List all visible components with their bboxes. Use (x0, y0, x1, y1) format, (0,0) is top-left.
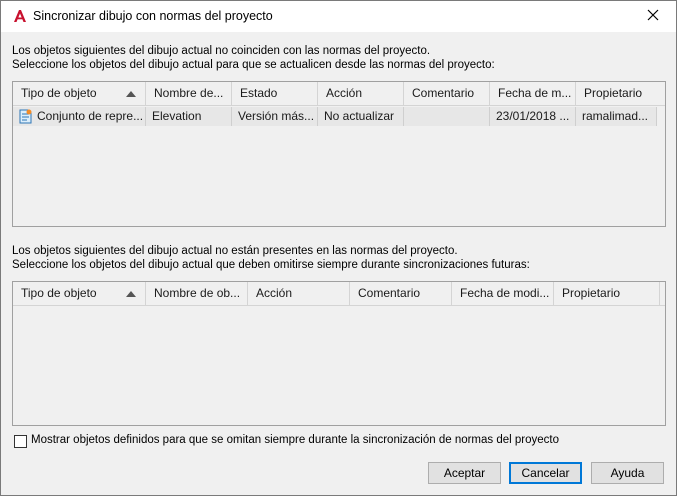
column-header-nombre[interactable]: Nombre de ob... (146, 282, 248, 305)
missing-objects-grid[interactable]: Tipo de objeto Nombre de ob... Acción Co… (12, 281, 666, 426)
cell-estado: Versión más... (232, 107, 318, 126)
mismatched-objects-grid[interactable]: Tipo de objeto Nombre de... Estado Acció… (12, 81, 666, 227)
section1-description-line2: Seleccione los objetos del dibujo actual… (12, 59, 495, 71)
section2-description-line2: Seleccione los objetos del dibujo actual… (12, 259, 530, 271)
help-button[interactable]: Ayuda (591, 462, 664, 484)
accept-button[interactable]: Aceptar (428, 462, 501, 484)
title-bar: Sincronizar dibujo con normas del proyec… (1, 1, 676, 32)
section1-description-line1: Los objetos siguientes del dibujo actual… (12, 45, 431, 57)
section2-description-line1: Los objetos siguientes del dibujo actual… (12, 245, 458, 257)
cell-propietario: ramalimad... (576, 107, 657, 126)
dialog-title: Sincronizar dibujo con normas del proyec… (33, 9, 273, 23)
column-header-fecha[interactable]: Fecha de m... (490, 82, 576, 105)
cell-comentario (404, 107, 490, 126)
column-header-propietario[interactable]: Propietario (576, 82, 665, 105)
cell-tipo: Conjunto de repre... (13, 107, 146, 126)
cell-nombre: Elevation (146, 107, 232, 126)
column-header-comentario[interactable]: Comentario (350, 282, 452, 305)
column-header-accion[interactable]: Acción (248, 282, 350, 305)
display-set-icon (17, 108, 34, 125)
close-button[interactable] (630, 1, 676, 32)
cancel-button[interactable]: Cancelar (509, 462, 582, 484)
show-omitted-checkbox[interactable] (14, 435, 27, 448)
autocad-a-icon (13, 9, 27, 23)
cell-tipo-text: Conjunto de repre... (37, 109, 144, 123)
sort-ascending-icon (126, 91, 136, 97)
column-header-estado[interactable]: Estado (232, 82, 318, 105)
grid-header: Tipo de objeto Nombre de ob... Acción Co… (13, 282, 665, 306)
column-header-fecha[interactable]: Fecha de modi... (452, 282, 554, 305)
cell-accion[interactable]: No actualizar (318, 107, 404, 126)
column-header-accion[interactable]: Acción (318, 82, 404, 105)
column-header-nombre[interactable]: Nombre de... (146, 82, 232, 105)
column-header-propietario[interactable]: Propietario (554, 282, 660, 305)
column-header-comentario[interactable]: Comentario (404, 82, 490, 105)
grid-header: Tipo de objeto Nombre de... Estado Acció… (13, 82, 665, 106)
sort-ascending-icon (126, 291, 136, 297)
cell-fecha: 23/01/2018 ... (490, 107, 576, 126)
close-icon (647, 9, 659, 24)
table-row[interactable]: Conjunto de repre... Elevation Versión m… (13, 107, 657, 126)
sync-drawing-dialog: Sincronizar dibujo con normas del proyec… (0, 0, 677, 496)
show-omitted-label[interactable]: Mostrar objetos definidos para que se om… (31, 434, 559, 446)
